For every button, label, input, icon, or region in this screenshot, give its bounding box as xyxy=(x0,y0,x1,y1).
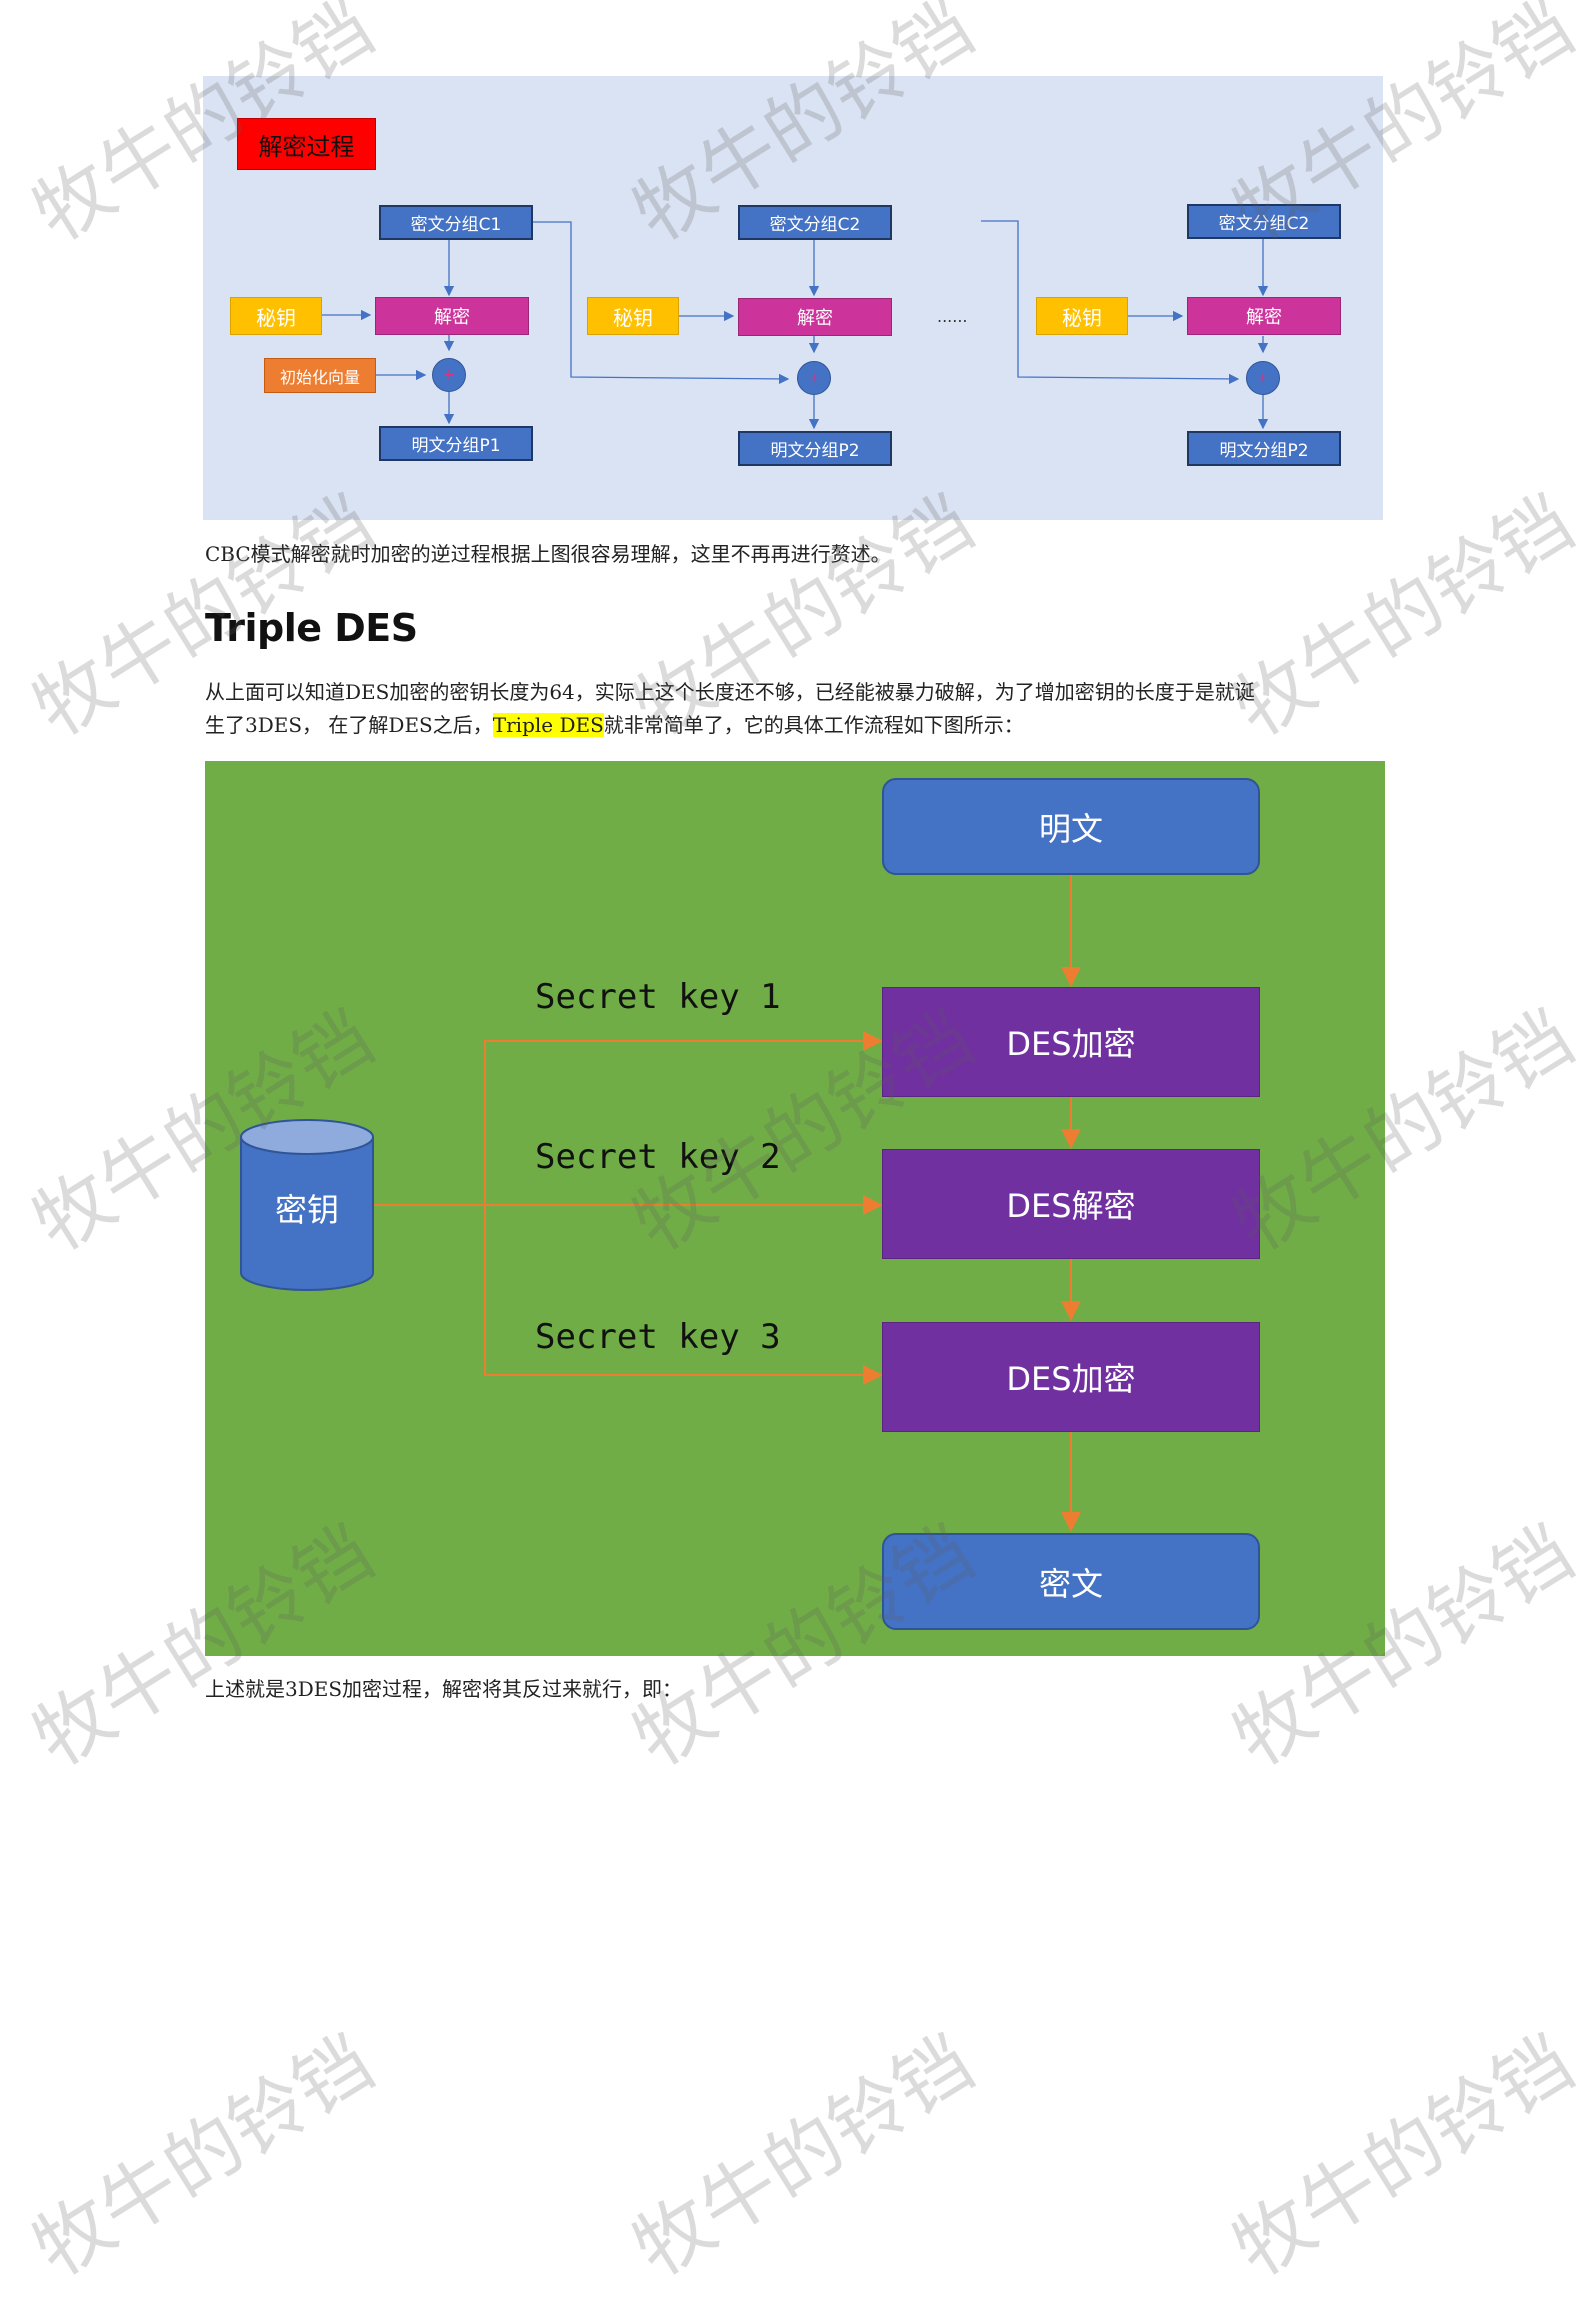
watermark: 牧牛的铃铛 xyxy=(618,2017,989,2294)
key-label: 密钥 xyxy=(274,1191,339,1229)
cbc-caption: CBC模式解密就时加密的逆过程根据上图很容易理解，这里不再再进行赘述。 xyxy=(205,542,891,566)
intro-text-a: 生了3DES， 在了解DES之后， xyxy=(205,713,493,737)
des-stage-3: DES加密 xyxy=(882,1322,1260,1432)
ciphertext-box: 密文 xyxy=(882,1533,1260,1630)
des-caption: 上述就是3DES加密过程，解密将其反过来就行，即： xyxy=(205,1677,683,1701)
cbc-decrypt-diagram: 解密过程 密文分组C1 秘钥 解密 初始化向量 + 明文分组P1 密文分组C2 … xyxy=(203,76,1383,520)
plaintext-box: 明文 xyxy=(882,778,1260,875)
des-stage-1: DES加密 xyxy=(882,987,1260,1097)
iv-box: 初始化向量 xyxy=(264,358,376,393)
secret-key-2-label: Secret key 2 xyxy=(535,1137,781,1177)
intro-paragraph-line2: 生了3DES， 在了解DES之后，Triple DES就非常简单了，它的具体工作… xyxy=(205,709,1024,742)
secret-key-3-label: Secret key 3 xyxy=(535,1317,781,1357)
decrypt-box-1: 解密 xyxy=(375,297,529,335)
section-heading: Triple DES xyxy=(205,606,418,650)
plain-block-p2b: 明文分组P2 xyxy=(1187,431,1341,466)
cipher-block-c1: 密文分组C1 xyxy=(379,205,533,240)
decrypt-box-2: 解密 xyxy=(738,298,892,336)
decrypt-box-3: 解密 xyxy=(1187,297,1341,335)
key-box-3: 秘钥 xyxy=(1036,297,1128,335)
intro-text-b: 就非常简单了，它的具体工作流程如下图所示： xyxy=(603,713,1024,737)
des-stage-2: DES解密 xyxy=(882,1149,1260,1259)
cipher-block-c2: 密文分组C2 xyxy=(738,205,892,240)
cbc-title: 解密过程 xyxy=(237,118,376,170)
xor-node-2: + xyxy=(797,361,831,395)
intro-paragraph-line1: 从上面可以知道DES加密的密钥长度为64，实际上这个长度还不够，已经能被暴力破解… xyxy=(205,680,1255,704)
secret-key-1-label: Secret key 1 xyxy=(535,977,781,1017)
xor-node-1: + xyxy=(432,358,466,392)
key-box-2: 秘钥 xyxy=(587,297,679,335)
watermark: 牧牛的铃铛 xyxy=(1218,2017,1586,2294)
ellipsis: ...... xyxy=(937,307,968,326)
xor-node-3: + xyxy=(1246,361,1280,395)
plain-block-p1: 明文分组P1 xyxy=(379,426,533,461)
cipher-block-c2b: 密文分组C2 xyxy=(1187,204,1341,239)
key-cylinder-label-wrap: 密钥 xyxy=(241,1181,373,1231)
watermark: 牧牛的铃铛 xyxy=(18,2017,389,2294)
highlighted-term: Triple DES xyxy=(492,713,604,737)
key-box-1: 秘钥 xyxy=(230,297,322,335)
triple-des-diagram: 密钥 明文 DES加密 DES解密 DES加密 密文 Secret key 1 … xyxy=(205,761,1385,1656)
plain-block-p2: 明文分组P2 xyxy=(738,431,892,466)
